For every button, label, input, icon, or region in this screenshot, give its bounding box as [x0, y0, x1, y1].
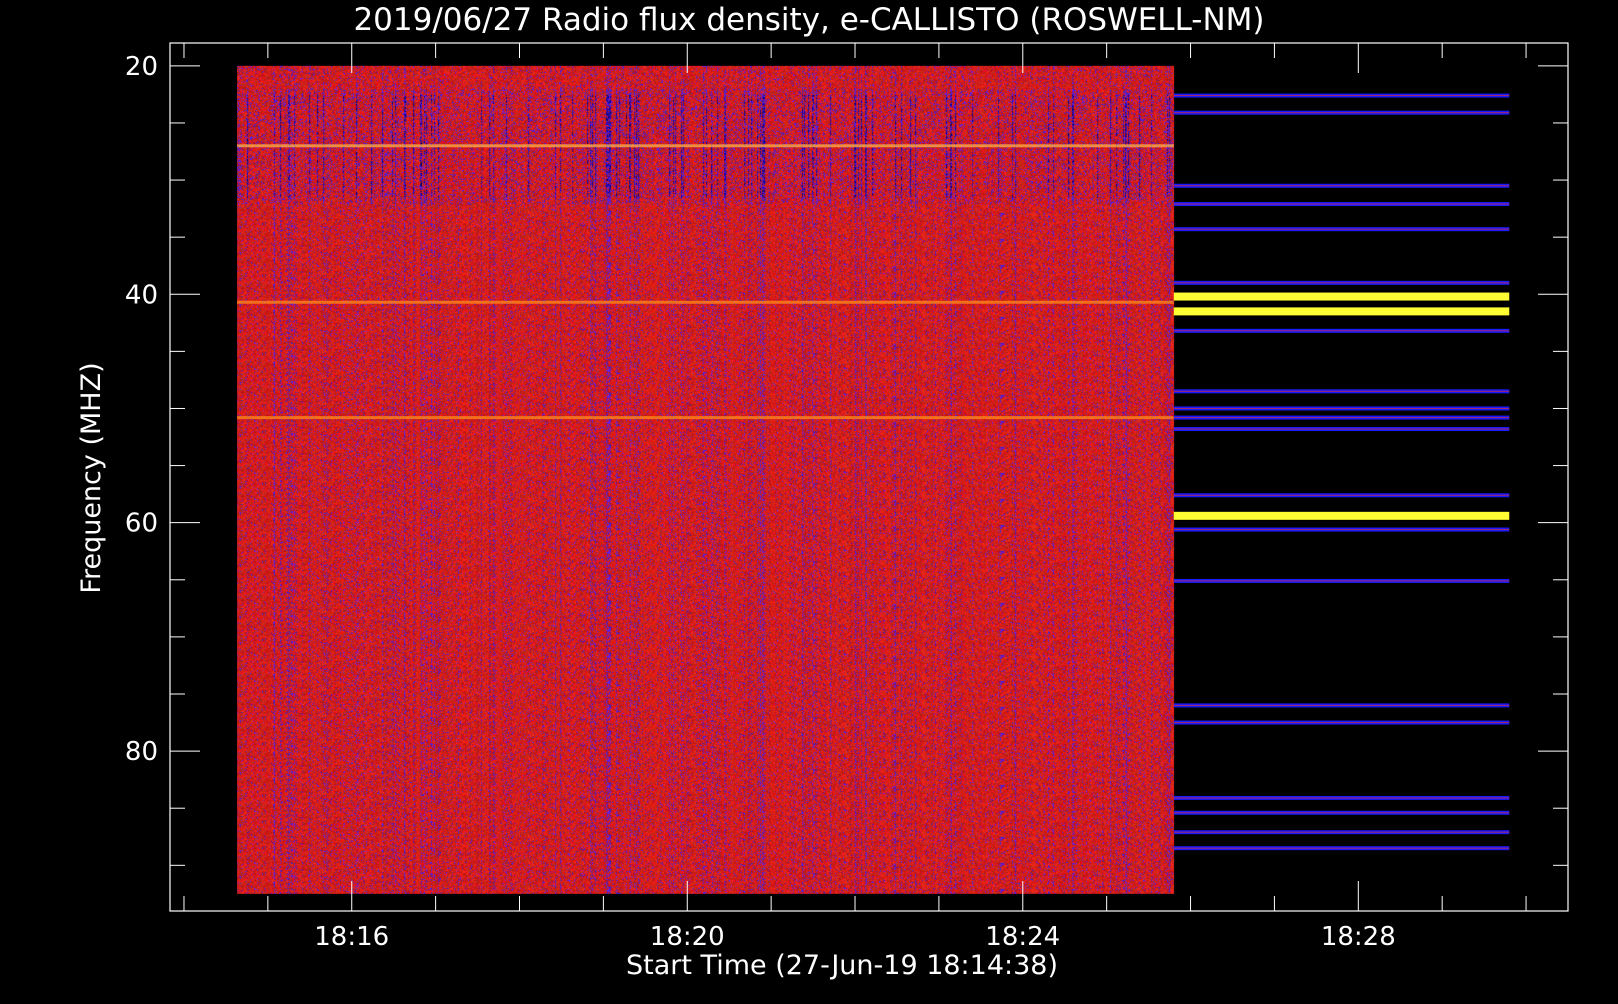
late-band-accent: [1173, 95, 1510, 97]
x-tick-label: 18:28: [1321, 922, 1396, 952]
late-band-accent: [1173, 494, 1510, 496]
spectrogram-chart: 2019/06/27 Radio flux density, e-CALLIST…: [76, 2, 1569, 981]
late-band-accent: [1173, 831, 1510, 833]
late-band-accent: [1173, 185, 1510, 187]
x-tick-label: 18:20: [650, 922, 725, 952]
late-band-accent: [1173, 580, 1510, 582]
late-band-accent: [1173, 428, 1510, 430]
late-band-accent: [1173, 112, 1510, 114]
x-tick-label: 18:24: [985, 922, 1060, 952]
y-tick-label: 40: [125, 280, 158, 310]
x-tick-label: 18:16: [314, 922, 389, 952]
late-band-yellow: [1173, 307, 1510, 316]
late-band-yellow: [1173, 511, 1510, 520]
spectrogram-figure: 2019/06/27 Radio flux density, e-CALLIST…: [0, 0, 1618, 1000]
spectrogram-texture: [237, 65, 1175, 894]
late-band-yellow: [1173, 292, 1510, 301]
late-band-accent: [1173, 407, 1510, 409]
y-axis-label: Frequency (MHZ): [76, 362, 107, 593]
late-band-accent: [1173, 417, 1510, 419]
y-tick-label: 80: [125, 737, 158, 767]
late-band-accent: [1173, 847, 1510, 849]
strong-band: [237, 300, 1174, 304]
late-band-accent: [1173, 812, 1510, 814]
y-tick-label: 60: [125, 509, 158, 539]
late-band-accent: [1173, 704, 1510, 706]
late-band-accent: [1173, 722, 1510, 724]
chart-title: 2019/06/27 Radio flux density, e-CALLIST…: [353, 2, 1264, 38]
strong-band: [237, 144, 1174, 148]
x-axis-label: Start Time (27-Jun-19 18:14:38): [626, 950, 1058, 981]
late-band-accent: [1173, 390, 1510, 392]
y-tick-label: 20: [125, 52, 158, 82]
late-band-accent: [1173, 282, 1510, 284]
late-band-accent: [1173, 529, 1510, 531]
late-band-accent: [1173, 797, 1510, 799]
plot-area: [237, 65, 1510, 894]
late-band-accent: [1173, 330, 1510, 332]
strong-band: [237, 416, 1174, 420]
late-band-accent: [1173, 228, 1510, 230]
late-band-accent: [1173, 203, 1510, 205]
